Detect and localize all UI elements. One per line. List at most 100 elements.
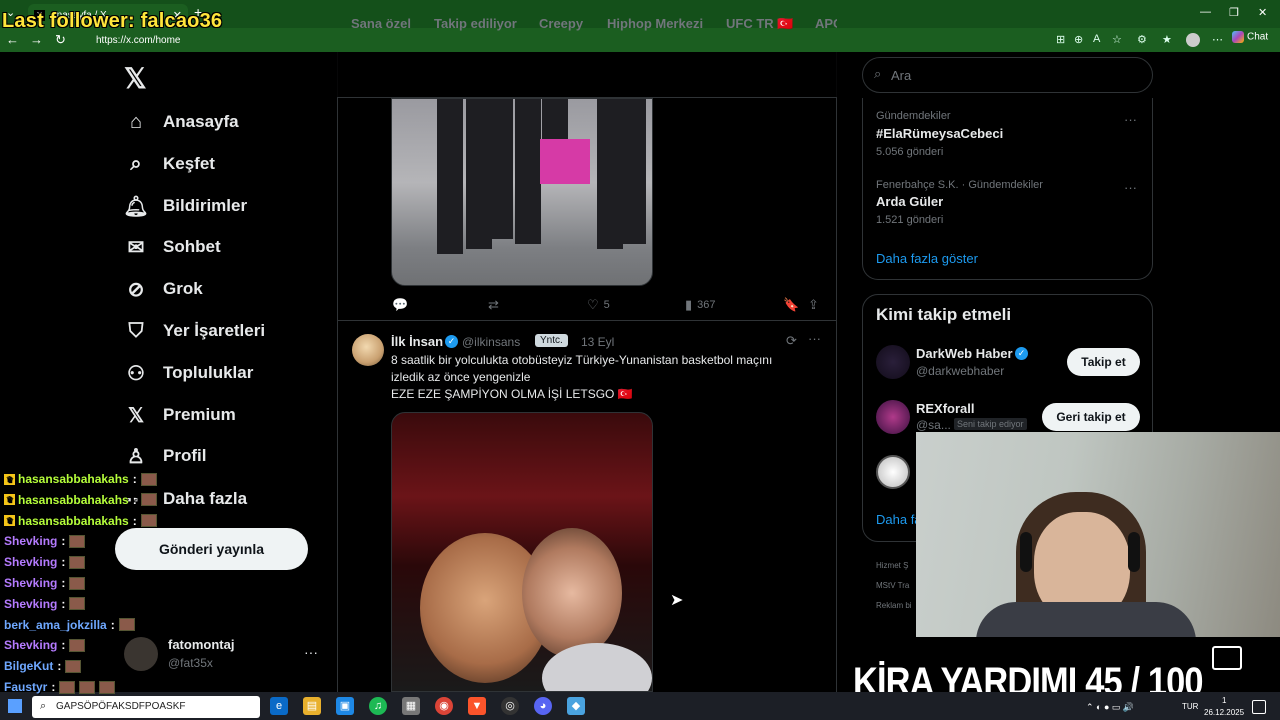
tweet-text-line: EZE EZE ŞAMPİYON OLMA İŞİ LETSGO 🇹🇷 — [391, 387, 633, 401]
tray-icons[interactable]: ⌃ ◐ ● ▭ 🔊 — [1086, 702, 1134, 713]
chat-message: berk_ama_jokzilla: — [4, 618, 135, 632]
favorites-icon[interactable]: ★ — [1162, 33, 1172, 46]
profile-avatar-icon[interactable] — [1186, 33, 1200, 47]
who-to-follow-show-more-link[interactable]: Daha fa — [876, 512, 922, 527]
follow-button[interactable]: Takip et — [1067, 348, 1140, 376]
suggested-user-avatar[interactable] — [876, 455, 910, 489]
minimize-icon[interactable]: — — [1200, 6, 1211, 18]
chat-separator: : — [132, 492, 137, 507]
suggested-user-avatar[interactable] — [876, 400, 910, 434]
nav-item[interactable]: ⚇ Topluluklar — [124, 355, 253, 391]
tweet-image-1[interactable] — [391, 98, 653, 286]
brave-icon[interactable]: ▼ — [468, 697, 486, 715]
obs-icon[interactable]: ◎ — [501, 697, 519, 715]
suggested-user-avatar[interactable] — [876, 345, 910, 379]
trend-name[interactable]: #ElaRümeysaCebeci — [876, 126, 1003, 141]
reload-icon[interactable]: ↻ — [55, 32, 66, 48]
suggested-user-handle: @sa... — [916, 418, 951, 432]
taskbar-search-box[interactable]: ⌕ GAPSÖPÖFAKSDFPOASKF — [32, 696, 260, 718]
suggested-user-name[interactable]: DarkWeb Haber — [916, 346, 1013, 361]
forward-icon[interactable]: → — [30, 32, 43, 47]
chat-separator: : — [61, 576, 66, 590]
trend-name[interactable]: Arda Güler — [876, 194, 943, 209]
nav-item-label: Grok — [163, 279, 203, 298]
nav-item[interactable]: ✉ Sohbet — [124, 229, 221, 265]
tweet-author-handle[interactable]: @ilkinsans — [462, 335, 520, 349]
taskbar-search-text: GAPSÖPÖFAKSDFPOASKF — [56, 701, 186, 712]
nav-item[interactable]: ⌂ Anasayfa — [124, 104, 239, 140]
crown-badge-icon: ♛ — [4, 494, 15, 506]
nav-item[interactable]: ⌕ Keşfet — [124, 146, 215, 182]
timeline-tab[interactable]: Hiphop Merkezi — [607, 16, 703, 31]
chat-username: hasansabbahakahs — [18, 472, 129, 486]
views-button[interactable]: ▮ 367 — [685, 297, 716, 313]
back-icon[interactable]: ← — [6, 32, 19, 47]
chat-emote-icon — [65, 659, 82, 673]
search-box[interactable]: ⌕ Ara — [862, 57, 1153, 93]
tweet-date[interactable]: 13 Eyl — [581, 335, 614, 349]
browser-menu-icon[interactable]: ⋯ — [1212, 33, 1223, 46]
chrome-icon[interactable]: ◉ — [435, 697, 453, 715]
tweet-image-2[interactable] — [391, 412, 653, 692]
like-button[interactable]: ♡ 5 — [587, 297, 610, 313]
timeline-tab[interactable]: Sana özel — [351, 16, 411, 31]
input-language[interactable]: TUR — [1182, 702, 1198, 711]
discord-icon[interactable]: ◕ — [534, 697, 552, 715]
footer-link[interactable]: MStV Tra — [876, 581, 909, 590]
edge-icon[interactable]: e — [270, 697, 288, 715]
taskbar-date[interactable]: 26.12.2025 — [1204, 708, 1244, 717]
who-to-follow-title: Kimi takip etmeli — [876, 305, 1012, 324]
nav-item[interactable]: ♙ Profil — [124, 438, 206, 474]
post-button[interactable]: Gönderi yayınla — [115, 528, 308, 570]
webcam-overlay — [916, 432, 1280, 637]
nav-item[interactable]: ⛉ Yer İşaretleri — [124, 313, 266, 349]
footer-link[interactable]: Hizmet Ş — [876, 561, 908, 570]
share-button[interactable]: ⇪ — [808, 297, 824, 313]
author-badge: Yntc. — [535, 334, 568, 347]
timeline-tab[interactable]: Creepy — [539, 16, 583, 31]
read-aloud-icon[interactable]: A — [1093, 33, 1100, 45]
follow-back-button[interactable]: Geri takip et — [1042, 403, 1140, 431]
app-icon[interactable]: ◆ — [567, 697, 585, 715]
address-bar[interactable]: https://x.com/home — [80, 32, 1060, 50]
store-icon[interactable]: ▣ — [336, 697, 354, 715]
nav-item-label: Sohbet — [163, 237, 221, 256]
account-name[interactable]: fatomontaj — [168, 637, 234, 652]
account-avatar[interactable] — [124, 637, 158, 671]
suggested-user-name[interactable]: REXforall — [916, 401, 975, 416]
nav-item[interactable]: 𝕏 Premium — [124, 397, 236, 433]
favorite-star-icon[interactable]: ☆ — [1112, 33, 1122, 46]
retweet-button[interactable]: ⇄ — [488, 297, 504, 313]
calculator-icon[interactable]: ▦ — [402, 697, 420, 715]
app-icon[interactable]: ⊞ — [1056, 33, 1065, 46]
footer-link[interactable]: Reklam bi — [876, 601, 912, 610]
timeline-tab[interactable]: APO — [815, 16, 837, 31]
file-explorer-icon[interactable]: ▤ — [303, 697, 321, 715]
tweet-more-icon[interactable]: ··· — [808, 331, 821, 346]
nav-item[interactable]: 🔔︎ Bildirimler — [123, 188, 247, 224]
x-logo-icon[interactable]: 𝕏 — [124, 62, 147, 95]
windows-start-icon[interactable] — [8, 699, 22, 713]
account-more-icon[interactable]: ··· — [304, 644, 318, 660]
extensions-icon[interactable]: ⚙ — [1137, 33, 1147, 46]
reply-button[interactable]: 💬 — [392, 297, 413, 313]
spotify-icon[interactable]: ♫ — [369, 697, 387, 715]
trends-show-more-link[interactable]: Daha fazla göster — [876, 251, 978, 266]
trend-more-icon[interactable]: ··· — [1124, 180, 1137, 195]
bookmark-button[interactable]: 🔖 — [783, 297, 804, 313]
trend-more-icon[interactable]: ··· — [1124, 112, 1137, 127]
timeline-tab[interactable]: UFC TR 🇹🇷 — [726, 16, 793, 32]
zoom-icon[interactable]: ⊕ — [1074, 33, 1083, 46]
profile-icon: ♙ — [127, 445, 145, 468]
tweet-author-avatar[interactable] — [352, 334, 384, 366]
maximize-icon[interactable]: ❐ — [1229, 6, 1239, 19]
mouse-cursor-icon: ➤ — [670, 592, 684, 609]
taskbar-time[interactable]: 1 — [1222, 696, 1226, 705]
grok-icon[interactable]: ⟳ — [786, 333, 797, 349]
timeline-tab[interactable]: Takip ediliyor — [434, 16, 517, 31]
close-window-icon[interactable]: ✕ — [1258, 6, 1267, 19]
nav-item[interactable]: ⊘ Grok — [124, 271, 203, 307]
notification-icon[interactable] — [1252, 700, 1266, 714]
copilot-chat-button[interactable]: Chat — [1232, 31, 1268, 43]
tweet-author-name[interactable]: İlk İnsan — [391, 334, 443, 349]
